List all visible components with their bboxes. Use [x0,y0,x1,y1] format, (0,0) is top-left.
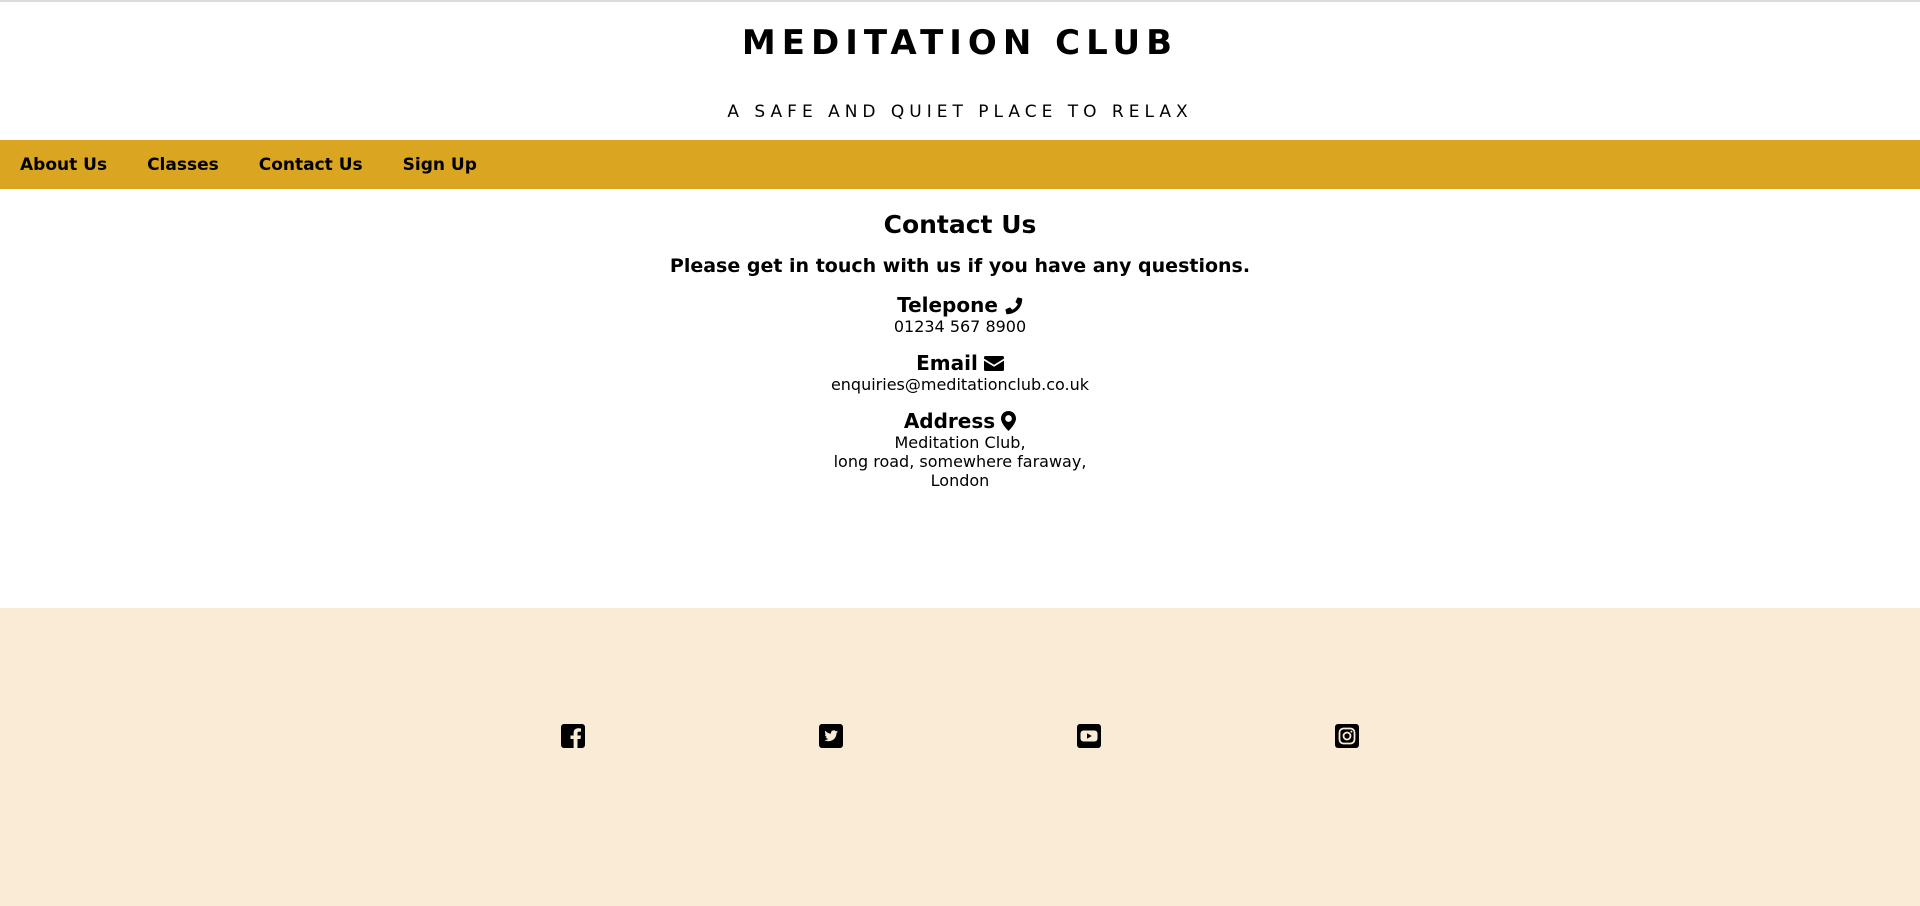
contact-heading: Contact Us [883,210,1037,239]
telephone-value: 01234 567 8900 [893,317,1027,336]
instagram-icon[interactable] [1335,724,1359,748]
contact-section: Contact Us Please get in touch with us i… [0,189,1920,609]
main-nav: About Us Classes Contact Us Sign Up [0,140,1920,189]
twitter-icon[interactable] [819,724,843,748]
site-title: MEDITATION CLUB [741,23,1179,63]
address-title: Address [903,409,1017,433]
telephone-title: Telepone [897,293,1023,317]
nav-sign-up[interactable]: Sign Up [403,155,477,175]
phone-icon [1004,296,1023,315]
address-line-1: Meditation Club, [894,433,1026,452]
site-tagline: A SAFE AND QUIET PLACE TO RELAX [727,102,1193,122]
site-footer [0,608,1920,906]
telephone-label: Telepone [897,293,998,317]
email-title: Email [916,351,1004,375]
nav-contact-us[interactable]: Contact Us [259,155,363,175]
address-line-2: long road, somewhere faraway, [833,452,1087,471]
email-block: Email enquiries@meditationclub.co.uk [0,351,1920,394]
map-marker-icon [1001,411,1017,431]
envelope-icon [983,355,1004,372]
facebook-icon[interactable] [561,724,585,748]
contact-intro: Please get in touch with us if you have … [669,255,1251,277]
address-label: Address [903,409,996,433]
telephone-block: Telepone 01234 567 8900 [0,293,1920,336]
youtube-icon[interactable] [1077,724,1101,748]
address-line-3: London [930,471,990,490]
nav-classes[interactable]: Classes [147,155,219,175]
nav-about-us[interactable]: About Us [20,155,107,175]
email-label: Email [916,351,978,375]
site-header: MEDITATION CLUB A SAFE AND QUIET PLACE T… [0,2,1920,140]
email-value: enquiries@meditationclub.co.uk [830,375,1090,394]
address-block: Address Meditation Club, long road, some… [0,409,1920,490]
